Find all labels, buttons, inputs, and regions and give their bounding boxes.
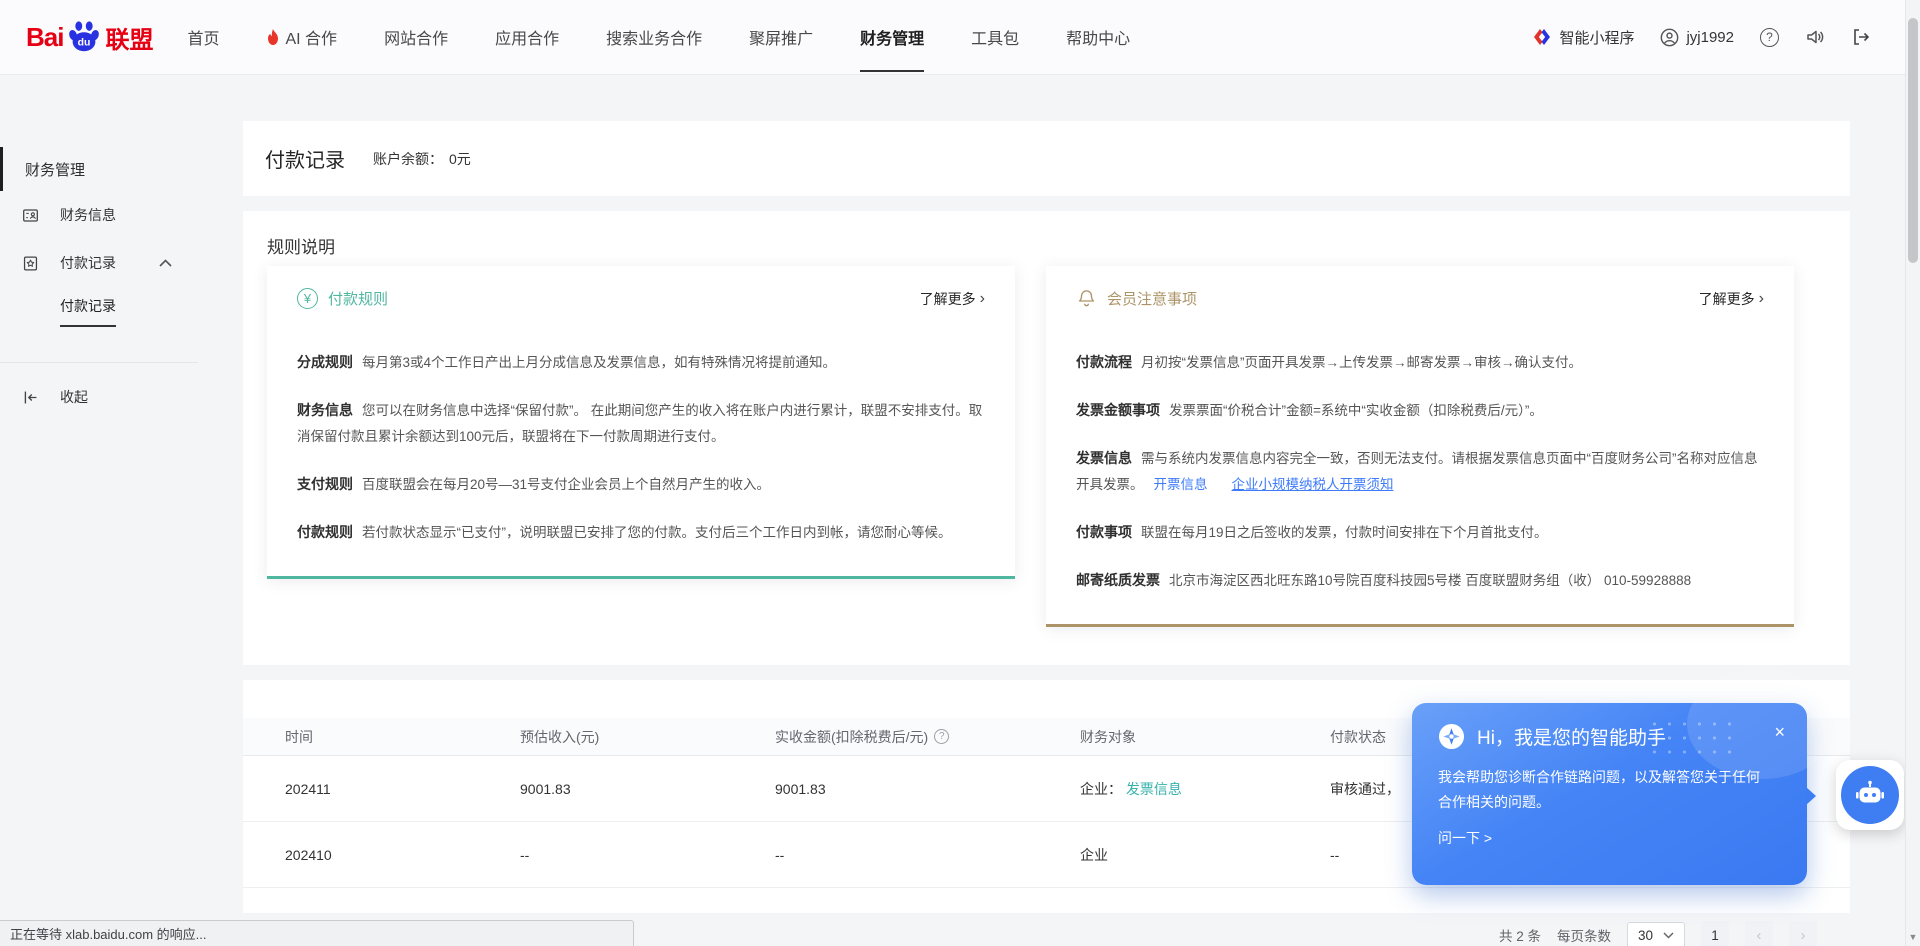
cell-time: 202411 <box>285 781 520 797</box>
nav-item-search-biz[interactable]: 搜索业务合作 <box>606 0 702 75</box>
next-page-button[interactable]: › <box>1789 921 1817 946</box>
scrollbar-down-arrow[interactable]: ▼ <box>1906 932 1920 942</box>
rule-item: 分成规则每月第3或4个工作日产出上月分成信息及发票信息，如有特殊情况将提前通知。 <box>297 349 985 376</box>
cell-finance-target: 企业： 发票信息 <box>1080 779 1330 799</box>
total-count: 共 2 条 <box>1499 925 1541 945</box>
small-taxpayer-notice-link[interactable]: 企业小规模纳税人开票须知 <box>1232 477 1394 492</box>
col-finance-target: 财务对象 <box>1080 727 1330 747</box>
member-notes-card: 会员注意事项 了解更多 › 付款流程月初按“发票信息”页面开具发票→上传发票→邮… <box>1046 266 1794 627</box>
rule-item: 发票金额事项发票票面“价税合计”金额=系统中“实收金额（扣除税费后/元）”。 <box>1076 397 1764 424</box>
svg-text:du: du <box>78 38 91 49</box>
close-icon[interactable]: × <box>1774 723 1785 741</box>
nav-item-home[interactable]: 首页 <box>187 0 219 75</box>
id-card-icon <box>22 207 39 224</box>
sidebar-item-finance-info[interactable]: 财务信息 <box>0 191 198 239</box>
cell-actual: -- <box>775 847 1080 863</box>
browser-status-bubble: 正在等待 xlab.baidu.com 的响应... <box>0 920 634 946</box>
nav-item-help-center[interactable]: 帮助中心 <box>1066 0 1130 75</box>
assistant-message: 我会帮助您诊断合作链路问题，以及解答您关于任何合作相关的问题。 <box>1438 765 1768 815</box>
nav-item-website[interactable]: 网站合作 <box>384 0 448 75</box>
learn-more-link[interactable]: 了解更多 › <box>920 289 985 309</box>
logo-text-bai: Bai <box>26 22 63 53</box>
baidu-paw-icon: du <box>65 18 103 56</box>
robot-icon <box>1841 766 1899 824</box>
cell-estimated: -- <box>520 847 775 863</box>
rule-item: 支付规则百度联盟会在每月20号—31号支付企业会员上个自然月产生的收入。 <box>297 471 985 498</box>
balance-label: 账户余额： <box>373 151 443 167</box>
chevron-right-icon: › <box>1759 290 1764 308</box>
compass-icon <box>1438 723 1465 750</box>
page-number-button[interactable]: 1 <box>1701 921 1729 946</box>
col-actual: 实收金额(扣除税费后/元) ? <box>775 727 1080 747</box>
nav-item-screen-ads[interactable]: 聚屏推广 <box>749 0 813 75</box>
user-icon <box>1660 28 1679 47</box>
account-balance: 账户余额： 0元 <box>373 149 471 169</box>
vertical-scrollbar[interactable]: ▼ <box>1905 0 1920 946</box>
balance-value: 0元 <box>449 151 471 167</box>
sidebar: 财务管理 财务信息 付款记录 付款记录 收起 <box>0 75 198 417</box>
rules-section-title: 规则说明 <box>267 233 1850 258</box>
collapse-icon <box>22 389 39 406</box>
assistant-fab[interactable] <box>1836 760 1904 830</box>
page-title: 付款记录 <box>265 144 345 173</box>
user-account[interactable]: jyj1992 <box>1660 28 1734 47</box>
page-size-select[interactable]: 30 <box>1627 922 1685 946</box>
username: jyj1992 <box>1686 29 1734 46</box>
rule-item: 付款流程月初按“发票信息”页面开具发票→上传发票→邮寄发票→审核→确认支付。 <box>1076 349 1764 376</box>
navbar-right: 智能小程序 jyj1992 ? <box>1532 27 1871 48</box>
chevron-down-icon <box>1663 932 1674 939</box>
col-time: 时间 <box>285 727 520 747</box>
smart-program-entry[interactable]: 智能小程序 <box>1532 27 1634 48</box>
invoice-info-link[interactable]: 开票信息 <box>1154 477 1208 492</box>
assistant-title: Hi，我是您的智能助手 <box>1477 723 1666 750</box>
logo-text-union: 联盟 <box>105 20 153 55</box>
card-title: 付款规则 <box>328 288 388 309</box>
sound-icon[interactable] <box>1805 27 1825 47</box>
cell-estimated: 9001.83 <box>520 781 775 797</box>
rules-cards: ¥ 付款规则 了解更多 › 分成规则每月第3或4个工作日产出上月分成信息及发票信… <box>267 266 1850 627</box>
rule-item: 付款事项联盟在每月19日之后签收的发票，付款时间安排在下个月首批支付。 <box>1076 519 1764 546</box>
badge-star-icon <box>22 255 39 272</box>
smart-program-icon <box>1532 27 1552 47</box>
learn-more-link[interactable]: 了解更多 › <box>1699 289 1764 309</box>
nav-item-app[interactable]: 应用合作 <box>495 0 559 75</box>
logout-icon[interactable] <box>1851 27 1871 47</box>
invoice-info-table-link[interactable]: 发票信息 <box>1126 781 1182 797</box>
primary-nav: 首页 AI 合作 网站合作 应用合作 搜索业务合作 聚屏推广 财务管理 工具包 … <box>187 0 1130 75</box>
nav-item-finance[interactable]: 财务管理 <box>860 0 924 75</box>
assistant-popup: Hi，我是您的智能助手 × 我会帮助您诊断合作链路问题，以及解答您关于任何合作相… <box>1412 703 1807 885</box>
yen-circle-icon: ¥ <box>297 288 318 309</box>
nav-item-ai[interactable]: AI 合作 <box>266 0 337 75</box>
rule-item: 邮寄纸质发票北京市海淀区西北旺东路10号院百度科技园5号楼 百度联盟财务组（收）… <box>1076 567 1764 594</box>
sidebar-subitem-payment-records[interactable]: 付款记录 <box>0 287 198 335</box>
rule-item: 发票信息需与系统内发票信息内容完全一致，否则无法支付。请根据发票信息页面中“百度… <box>1076 445 1764 498</box>
rule-item: 财务信息您可以在财务信息中选择“保留付款”。 在此期间您产生的收入将在账户内进行… <box>297 397 985 450</box>
flame-icon <box>266 29 280 45</box>
sidebar-collapse-button[interactable]: 收起 <box>0 363 198 417</box>
chevron-up-icon[interactable] <box>159 259 172 267</box>
payment-rules-card: ¥ 付款规则 了解更多 › 分成规则每月第3或4个工作日产出上月分成信息及发票信… <box>267 266 1015 579</box>
baidu-union-logo[interactable]: Bai du 联盟 <box>26 18 153 56</box>
cell-actual: 9001.83 <box>775 781 1080 797</box>
top-navbar: Bai du 联盟 首页 AI 合作 网站合作 应用合作 搜索业务合作 聚屏推广… <box>0 0 1905 75</box>
page-header-panel: 付款记录 账户余额： 0元 <box>243 121 1850 196</box>
rule-item: 付款规则若付款状态显示“已支付”，说明联盟已安排了您的付款。支付后三个工作日内到… <box>297 519 985 546</box>
status-text: 正在等待 xlab.baidu.com 的响应... <box>10 924 207 943</box>
page-size-label: 每页条数 <box>1557 925 1611 945</box>
sidebar-item-payment-records[interactable]: 付款记录 <box>0 239 198 287</box>
ask-button[interactable]: 问一下 > <box>1438 828 1492 848</box>
card-title: 会员注意事项 <box>1107 288 1197 309</box>
column-help-icon[interactable]: ? <box>934 729 949 744</box>
bell-icon <box>1076 288 1097 309</box>
cell-finance-target: 企业 <box>1080 845 1330 865</box>
cell-time: 202410 <box>285 847 520 863</box>
rules-panel: 规则说明 ¥ 付款规则 了解更多 › 分成规则每月第3或4个工作日产出上月分成信… <box>243 211 1850 665</box>
col-estimated: 预估收入(元) <box>520 727 775 747</box>
scrollbar-thumb[interactable] <box>1908 18 1918 263</box>
prev-page-button[interactable]: ‹ <box>1745 921 1773 946</box>
help-icon[interactable]: ? <box>1760 28 1779 47</box>
sidebar-section-title: 财务管理 <box>0 147 198 191</box>
nav-item-toolkit[interactable]: 工具包 <box>971 0 1019 75</box>
chevron-right-icon: › <box>980 290 985 308</box>
